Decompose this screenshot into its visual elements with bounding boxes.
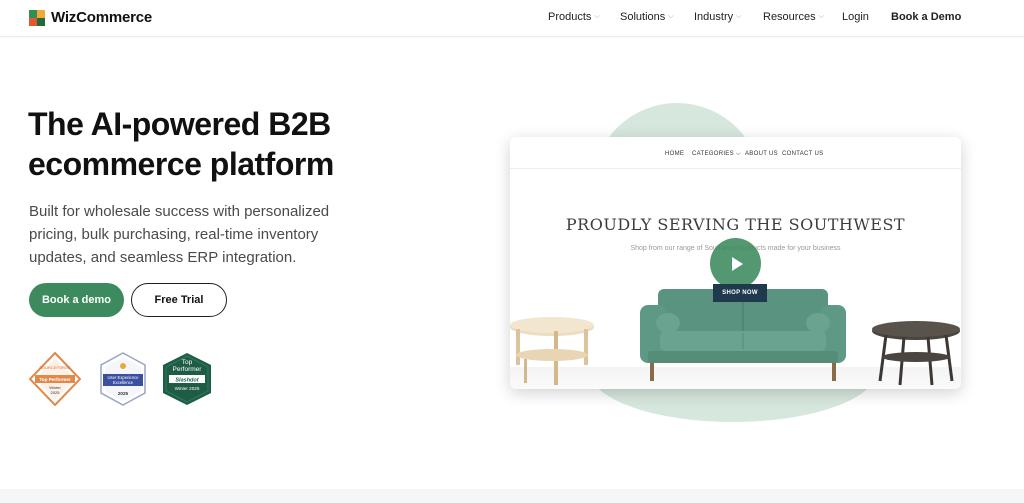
svg-text:Excellence: Excellence	[113, 380, 134, 385]
side-table-right-icon	[872, 321, 960, 386]
sofa-icon	[640, 289, 846, 381]
nav-login[interactable]: Login	[842, 11, 869, 23]
svg-text:2025: 2025	[51, 390, 61, 395]
svg-text:2025: 2025	[118, 391, 129, 396]
nav-resources[interactable]: Resources ⌵	[763, 11, 824, 23]
mockup-nav-categories: CATEGORIES ⌵	[692, 151, 741, 157]
svg-text:Top: Top	[182, 359, 193, 366]
chevron-down-icon: ⌵	[736, 13, 742, 20]
slashdot-badge-icon: Top Performer Slashdot Winter 2025	[161, 352, 213, 406]
svg-text:Top Performer: Top Performer	[39, 377, 71, 382]
svg-text:Winter 2025: Winter 2025	[175, 386, 200, 391]
mockup-nav-about: ABOUT US	[745, 151, 778, 157]
nav-products[interactable]: Products ⌵	[548, 11, 600, 23]
site-header: WizCommerce Products ⌵ Solutions ⌵ Indus…	[0, 0, 1024, 37]
main-nav: Products ⌵ Solutions ⌵ Industry ⌵ Resour…	[0, 11, 1024, 27]
mockup-nav-home: HOME	[665, 151, 685, 157]
next-section-band	[0, 489, 1024, 503]
free-trial-button[interactable]: Free Trial	[131, 283, 227, 317]
svg-text:Performer: Performer	[173, 366, 203, 373]
shop-now-button[interactable]: SHOP NOW	[713, 284, 767, 302]
storefront-mockup[interactable]: HOME CATEGORIES ⌵ ABOUT US CONTACT US PR…	[510, 137, 961, 389]
svg-text:Slashdot: Slashdot	[175, 378, 199, 384]
chevron-down-icon: ⌵	[668, 13, 674, 20]
sourceforge-badge-icon: SOURCEFORGE Top Performer Winter 2025	[28, 351, 82, 407]
mockup-nav-contact: CONTACT US	[782, 151, 824, 157]
book-demo-button[interactable]: Book a demo	[29, 283, 124, 317]
side-table-left-icon	[510, 317, 594, 385]
mockup-heading: PROUDLY SERVING THE SOUTHWEST	[565, 215, 906, 234]
chevron-down-icon: ⌵	[818, 13, 824, 20]
chevron-down-icon: ⌵	[594, 13, 600, 20]
nav-industry[interactable]: Industry ⌵	[694, 11, 741, 23]
mockup-nav: HOME CATEGORIES ⌵ ABOUT US CONTACT US	[510, 137, 961, 169]
hero-title: The AI-powered B2B ecommerce platform	[28, 106, 334, 182]
hero-subtitle: Built for wholesale success with persona…	[29, 203, 330, 266]
play-icon[interactable]	[710, 238, 761, 289]
nav-solutions[interactable]: Solutions ⌵	[620, 11, 674, 23]
nav-book-demo-button[interactable]: Book a Demo	[891, 11, 961, 23]
svg-text:SOURCEFORGE: SOURCEFORGE	[39, 365, 71, 370]
ux-excellence-badge-icon: User Experience Excellence 2025	[97, 352, 149, 406]
